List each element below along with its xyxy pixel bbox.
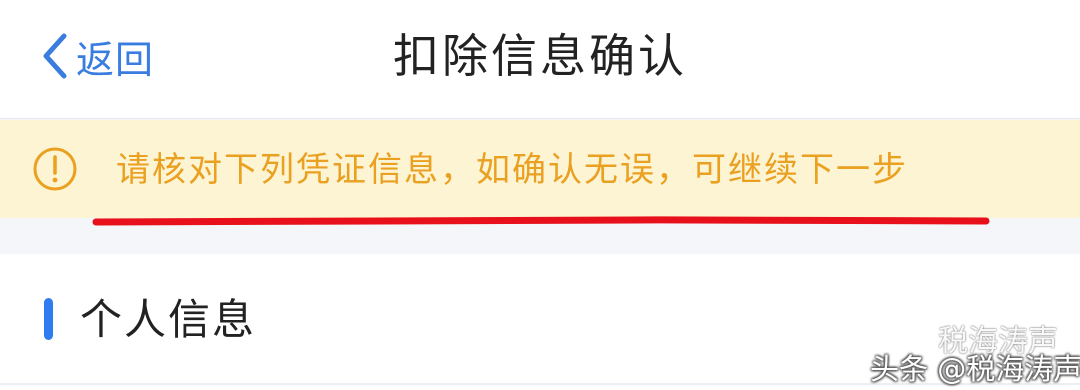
page-title: 扣除信息确认 — [393, 29, 687, 83]
page: 返回 扣除信息确认 请核对下列凭证信息，如确认无误，可继续下一步 个人信息 税海… — [0, 0, 1080, 390]
section-accent-bar — [44, 298, 53, 340]
navigation-bar: 返回 扣除信息确认 — [0, 0, 1080, 119]
watermark-bottom-text: 头条 @税海涛声 — [870, 352, 1080, 386]
red-underline-annotation — [92, 214, 990, 228]
section-title: 个人信息 — [80, 295, 257, 344]
notice-text: 请核对下列凭证信息，如确认无误，可继续下一步 — [116, 150, 908, 190]
exclamation-circle-icon — [32, 146, 78, 192]
